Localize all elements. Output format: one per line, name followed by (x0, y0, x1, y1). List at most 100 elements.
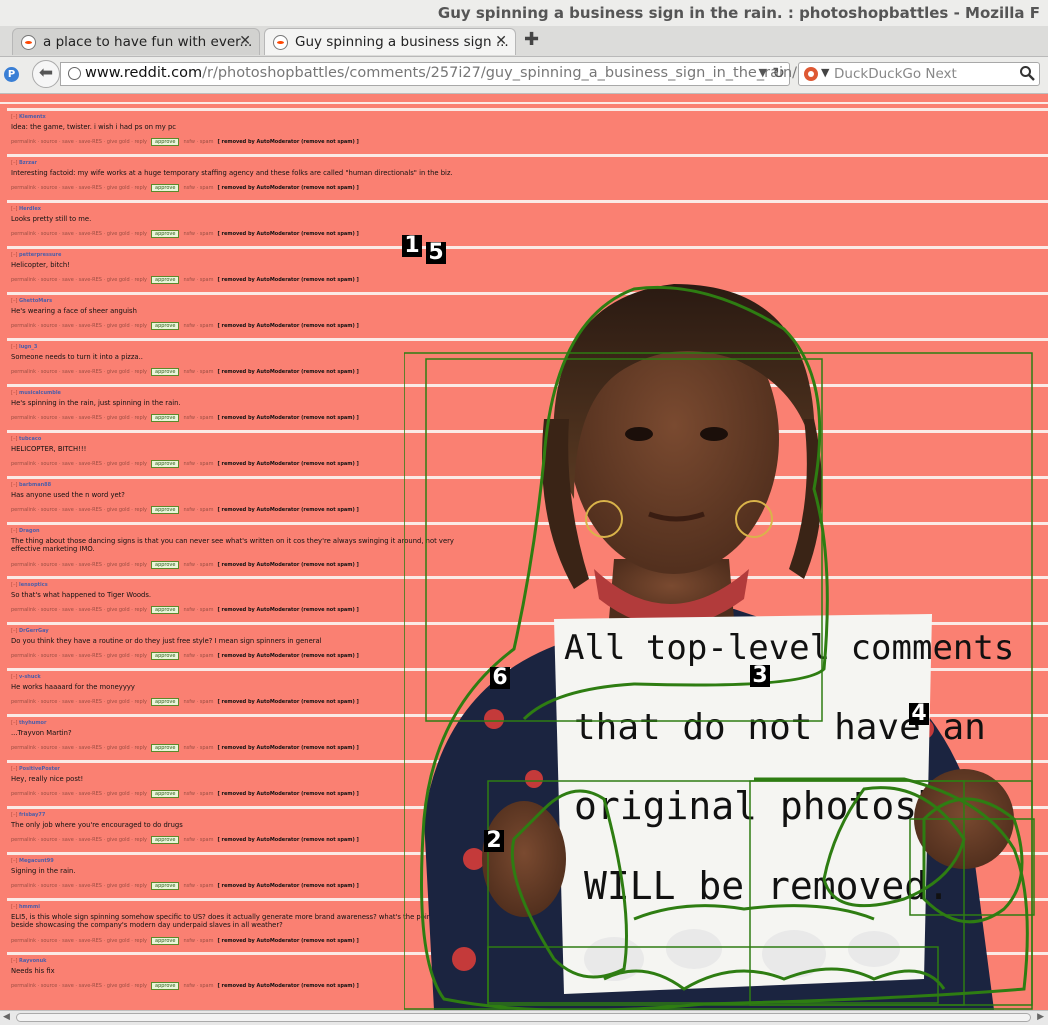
comment-action-links[interactable]: permalink · source · save · save-RES · g… (11, 562, 147, 568)
approve-button[interactable]: approve (151, 836, 180, 844)
collapse-toggle[interactable]: [–] (11, 252, 19, 258)
approve-button[interactable]: approve (151, 460, 180, 468)
comment-author[interactable]: frisbay77 (19, 812, 45, 818)
comment-author[interactable]: Klementx (19, 114, 46, 120)
approve-button[interactable]: approve (151, 506, 180, 514)
comment-action-links[interactable]: permalink · source · save · save-RES · g… (11, 745, 147, 751)
comment-author[interactable]: thyhumor (19, 720, 46, 726)
collapse-toggle[interactable]: [–] (11, 958, 19, 964)
comment-moderation-links[interactable]: nsfw · spam (183, 277, 213, 283)
search-bar[interactable]: ▼ DuckDuckGo Next (798, 62, 1040, 86)
url-dropdown-icon[interactable]: ▼ (759, 66, 767, 79)
comment-author[interactable]: Bzrzar (19, 160, 37, 166)
close-tab-icon[interactable]: ✕ (495, 33, 507, 49)
comment-author[interactable]: Megacunt99 (19, 858, 54, 864)
collapse-toggle[interactable]: [–] (11, 528, 19, 534)
collapse-toggle[interactable]: [–] (11, 344, 19, 350)
comment-moderation-links[interactable]: nsfw · spam (183, 607, 213, 613)
comment-author[interactable]: PositivePoster (19, 766, 60, 772)
collapse-toggle[interactable]: [–] (11, 904, 19, 910)
comment-action-links[interactable]: permalink · source · save · save-RES · g… (11, 507, 147, 513)
collapse-toggle[interactable]: [–] (11, 298, 19, 304)
comment-action-links[interactable]: permalink · source · save · save-RES · g… (11, 461, 147, 467)
tab-current-post[interactable]: Guy spinning a business sign ... ✕ (264, 28, 516, 55)
url-text[interactable]: www.reddit.com/r/photoshopbattles/commen… (85, 65, 797, 81)
collapse-toggle[interactable]: [–] (11, 206, 19, 212)
scroll-right-icon[interactable]: ▶ (1037, 1012, 1044, 1022)
comment-moderation-links[interactable]: nsfw · spam (183, 699, 213, 705)
collapse-toggle[interactable]: [–] (11, 674, 19, 680)
comment-action-links[interactable]: permalink · source · save · save-RES · g… (11, 983, 147, 989)
comment-action-links[interactable]: permalink · source · save · save-RES · g… (11, 185, 147, 191)
comment-moderation-links[interactable]: nsfw · spam (183, 231, 213, 237)
comment-action-links[interactable]: permalink · source · save · save-RES · g… (11, 231, 147, 237)
comment-action-links[interactable]: permalink · source · save · save-RES · g… (11, 323, 147, 329)
horizontal-scrollbar[interactable]: ◀ ▶ (0, 1010, 1048, 1025)
addon-p-icon[interactable]: P (4, 67, 19, 82)
approve-button[interactable]: approve (151, 138, 180, 146)
url-bar[interactable]: www.reddit.com/r/photoshopbattles/commen… (60, 62, 797, 86)
search-icon[interactable] (1019, 65, 1035, 81)
comment-moderation-links[interactable]: nsfw · spam (183, 185, 213, 191)
approve-button[interactable]: approve (151, 982, 180, 990)
close-tab-icon[interactable]: ✕ (239, 33, 251, 49)
comment-action-links[interactable]: permalink · source · save · save-RES · g… (11, 938, 147, 944)
comment-author[interactable]: petterpressure (19, 252, 61, 258)
scroll-left-icon[interactable]: ◀ (3, 1012, 10, 1022)
comment-author[interactable]: hmmmi (19, 904, 40, 910)
comment-moderation-links[interactable]: nsfw · spam (183, 461, 213, 467)
comment-action-links[interactable]: permalink · source · save · save-RES · g… (11, 791, 147, 797)
comment-action-links[interactable]: permalink · source · save · save-RES · g… (11, 277, 147, 283)
approve-button[interactable]: approve (151, 322, 180, 330)
comment-author[interactable]: lugn_3 (19, 344, 37, 350)
comment-action-links[interactable]: permalink · source · save · save-RES · g… (11, 837, 147, 843)
collapse-toggle[interactable]: [–] (11, 482, 19, 488)
comment-moderation-links[interactable]: nsfw · spam (183, 883, 213, 889)
approve-button[interactable]: approve (151, 276, 180, 284)
collapse-toggle[interactable]: [–] (11, 390, 19, 396)
comment-author[interactable]: GhettoMars (19, 298, 52, 304)
approve-button[interactable]: approve (151, 561, 180, 569)
duckduckgo-icon[interactable] (804, 67, 818, 81)
comment-moderation-links[interactable]: nsfw · spam (183, 938, 213, 944)
comment-moderation-links[interactable]: nsfw · spam (183, 369, 213, 375)
comment-author[interactable]: Rayvonuk (19, 958, 46, 964)
comment-action-links[interactable]: permalink · source · save · save-RES · g… (11, 653, 147, 659)
collapse-toggle[interactable]: [–] (11, 114, 19, 120)
comment-author[interactable]: musicalcumble (19, 390, 61, 396)
comment-moderation-links[interactable]: nsfw · spam (183, 745, 213, 751)
new-tab-plus-icon[interactable]: ✚ (524, 29, 539, 50)
comment-author[interactable]: Herdlex (19, 206, 41, 212)
comment-action-links[interactable]: permalink · source · save · save-RES · g… (11, 139, 147, 145)
engine-dropdown-icon[interactable]: ▼ (821, 66, 829, 79)
back-arrow-icon[interactable]: ⬅ (32, 60, 60, 88)
collapse-toggle[interactable]: [–] (11, 720, 19, 726)
collapse-toggle[interactable]: [–] (11, 160, 19, 166)
scrollbar-thumb[interactable] (16, 1013, 1031, 1022)
comment-moderation-links[interactable]: nsfw · spam (183, 653, 213, 659)
comment-moderation-links[interactable]: nsfw · spam (183, 139, 213, 145)
approve-button[interactable]: approve (151, 414, 180, 422)
approve-button[interactable]: approve (151, 230, 180, 238)
comment-moderation-links[interactable]: nsfw · spam (183, 791, 213, 797)
approve-button[interactable]: approve (151, 606, 180, 614)
comment-author[interactable]: Dragon (19, 528, 40, 534)
comment-author[interactable]: tubcaco (19, 436, 41, 442)
comment-author[interactable]: v-shuck (19, 674, 41, 680)
comment-action-links[interactable]: permalink · source · save · save-RES · g… (11, 883, 147, 889)
tab-reddit-home[interactable]: a place to have fun with ever... ✕ (12, 28, 260, 55)
approve-button[interactable]: approve (151, 652, 180, 660)
comment-action-links[interactable]: permalink · source · save · save-RES · g… (11, 369, 147, 375)
comment-action-links[interactable]: permalink · source · save · save-RES · g… (11, 699, 147, 705)
collapse-toggle[interactable]: [–] (11, 436, 19, 442)
approve-button[interactable]: approve (151, 790, 180, 798)
approve-button[interactable]: approve (151, 937, 180, 945)
comment-moderation-links[interactable]: nsfw · spam (183, 562, 213, 568)
approve-button[interactable]: approve (151, 698, 180, 706)
collapse-toggle[interactable]: [–] (11, 766, 19, 772)
approve-button[interactable]: approve (151, 368, 180, 376)
collapse-toggle[interactable]: [–] (11, 582, 19, 588)
comment-moderation-links[interactable]: nsfw · spam (183, 323, 213, 329)
approve-button[interactable]: approve (151, 184, 180, 192)
comment-moderation-links[interactable]: nsfw · spam (183, 507, 213, 513)
